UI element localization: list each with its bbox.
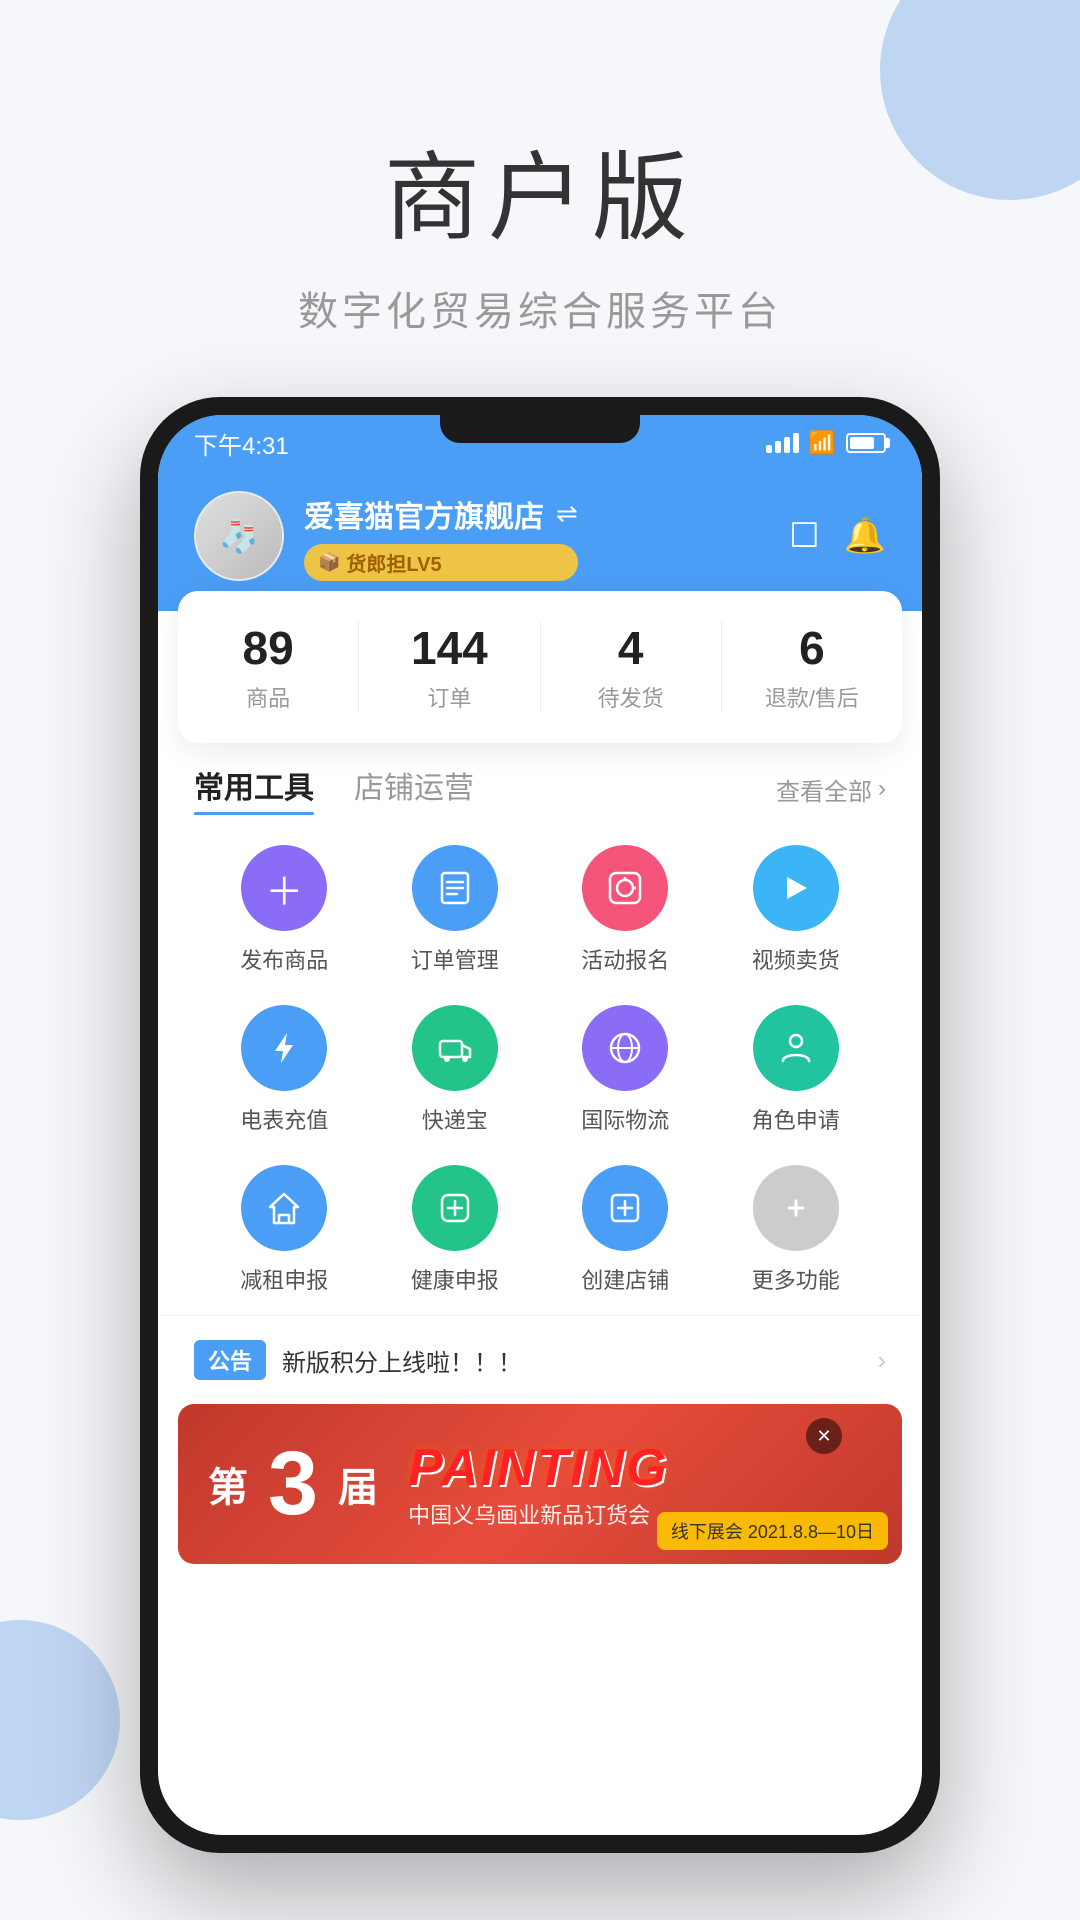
role-apply-label: 角色申请 <box>752 1103 840 1135</box>
tool-video-sell[interactable]: 视频卖货 <box>716 845 877 975</box>
stat-orders[interactable]: 144 订单 <box>359 621 540 713</box>
electricity-label: 电表充值 <box>240 1103 328 1135</box>
tabs-left: 常用工具 店铺运营 <box>194 763 474 815</box>
header-right: ☐ 🔔 <box>789 516 886 556</box>
tool-health-report[interactable]: 健康申报 <box>375 1165 536 1295</box>
header-left: 🧦 爱喜猫官方旗舰店 ⇌ 📦 货郎担LV5 <box>194 491 578 581</box>
status-time: 下午4:31 <box>194 426 289 461</box>
banner-text: PAINTING 中国义乌画业新品订货会 <box>408 1438 669 1530</box>
store-name-row: 爱喜猫官方旗舰店 ⇌ <box>304 492 578 536</box>
battery-icon <box>846 433 886 453</box>
announcement-bar[interactable]: 公告 新版积分上线啦！！！ › <box>158 1315 922 1404</box>
level-badge-text: 货郎担LV5 <box>346 548 441 577</box>
stat-products-label: 商品 <box>178 681 358 713</box>
stat-refund[interactable]: 6 退款/售后 <box>722 621 902 713</box>
page-header: 商户版 数字化贸易综合服务平台 <box>0 0 1080 397</box>
banner-suffix: 届 <box>338 1455 378 1513</box>
view-all-button[interactable]: 查看全部 › <box>776 772 886 807</box>
stat-orders-label: 订单 <box>359 681 539 713</box>
store-info: 爱喜猫官方旗舰店 ⇌ 📦 货郎担LV5 <box>304 492 578 581</box>
level-badge: 📦 货郎担LV5 <box>304 544 578 581</box>
banner-ordinal: 第 <box>208 1455 248 1513</box>
tool-role-apply[interactable]: 角色申请 <box>716 1005 877 1135</box>
app-header: 🧦 爱喜猫官方旗舰店 ⇌ 📦 货郎担LV5 ☐ <box>158 471 922 611</box>
order-manage-label: 订单管理 <box>411 943 499 975</box>
page-title: 商户版 <box>0 120 1080 259</box>
banner-painting-text: PAINTING <box>408 1438 669 1498</box>
electricity-icon <box>241 1005 327 1091</box>
wifi-icon: 📶 <box>809 430 836 456</box>
banner-subtitle-text: 中国义乌画业新品订货会 <box>408 1498 669 1530</box>
stat-products-number: 89 <box>178 621 358 675</box>
activity-signup-icon <box>582 845 668 931</box>
tool-express[interactable]: 快递宝 <box>375 1005 536 1135</box>
tabs-header: 常用工具 店铺运营 查看全部 › <box>194 763 886 815</box>
express-label: 快递宝 <box>422 1103 488 1135</box>
tab-common-tools[interactable]: 常用工具 <box>194 763 314 815</box>
tool-electricity[interactable]: 电表充值 <box>204 1005 365 1135</box>
tool-activity-signup[interactable]: 活动报名 <box>545 845 706 975</box>
switch-icon[interactable]: ⇌ <box>556 498 578 529</box>
phone-screen: 下午4:31 📶 <box>158 415 922 1835</box>
video-sell-icon <box>753 845 839 931</box>
intl-logistics-icon <box>582 1005 668 1091</box>
stat-pending-number: 4 <box>541 621 721 675</box>
banner-close-button[interactable]: ✕ <box>806 1418 842 1454</box>
activity-signup-label: 活动报名 <box>581 943 669 975</box>
announcement-tag: 公告 <box>194 1340 266 1380</box>
stat-pending-shipment[interactable]: 4 待发货 <box>541 621 722 713</box>
order-manage-icon <box>412 845 498 931</box>
create-store-icon <box>582 1165 668 1251</box>
create-store-label: 创建店铺 <box>581 1263 669 1295</box>
phone-container: 下午4:31 📶 <box>0 397 1080 1853</box>
announcement-arrow: › <box>877 1345 886 1376</box>
banner-number: 3 <box>268 1439 318 1529</box>
more-features-label: 更多功能 <box>752 1263 840 1295</box>
tab-store-ops[interactable]: 店铺运营 <box>354 763 474 815</box>
stat-pending-label: 待发货 <box>541 681 721 713</box>
signal-icon <box>766 433 799 453</box>
role-apply-icon <box>753 1005 839 1091</box>
express-icon <box>412 1005 498 1091</box>
health-report-icon <box>412 1165 498 1251</box>
banner-section[interactable]: 第 3 届 PAINTING 中国义乌画业新品订货会 ✕ 线下展会 2021.8… <box>178 1404 902 1564</box>
stat-refund-number: 6 <box>722 621 902 675</box>
tool-grid: ＋ 发布商品 订单管理 活动报名 <box>194 845 886 1295</box>
tool-more-features[interactable]: 更多功能 <box>716 1165 877 1295</box>
banner-info: 线下展会 2021.8.8—10日 <box>657 1512 888 1550</box>
stat-refund-label: 退款/售后 <box>722 681 902 713</box>
announcement-text: 新版积分上线啦！！！ <box>282 1343 861 1378</box>
stat-products[interactable]: 89 商品 <box>178 621 359 713</box>
stats-card: 89 商品 144 订单 4 待发货 6 退款/售后 <box>178 591 902 743</box>
intl-logistics-label: 国际物流 <box>581 1103 669 1135</box>
tools-section: 常用工具 店铺运营 查看全部 › ＋ 发布商品 <box>158 753 922 1295</box>
rent-reduction-icon <box>241 1165 327 1251</box>
status-icons: 📶 <box>766 430 886 456</box>
tool-publish-product[interactable]: ＋ 发布商品 <box>204 845 365 975</box>
more-features-icon <box>753 1165 839 1251</box>
scan-button[interactable]: ☐ <box>789 516 819 556</box>
tool-rent-reduction[interactable]: 减租申报 <box>204 1165 365 1295</box>
publish-product-icon: ＋ <box>241 845 327 931</box>
phone-notch <box>440 415 640 443</box>
stat-orders-number: 144 <box>359 621 539 675</box>
page-subtitle: 数字化贸易综合服务平台 <box>0 279 1080 337</box>
rent-reduction-label: 减租申报 <box>240 1263 328 1295</box>
phone-frame: 下午4:31 📶 <box>140 397 940 1853</box>
tool-order-manage[interactable]: 订单管理 <box>375 845 536 975</box>
health-report-label: 健康申报 <box>411 1263 499 1295</box>
video-sell-label: 视频卖货 <box>752 943 840 975</box>
tool-intl-logistics[interactable]: 国际物流 <box>545 1005 706 1135</box>
avatar: 🧦 <box>194 491 284 581</box>
tool-create-store[interactable]: 创建店铺 <box>545 1165 706 1295</box>
store-name: 爱喜猫官方旗舰店 <box>304 492 544 536</box>
notification-button[interactable]: 🔔 <box>844 516 886 556</box>
publish-product-label: 发布商品 <box>240 943 328 975</box>
